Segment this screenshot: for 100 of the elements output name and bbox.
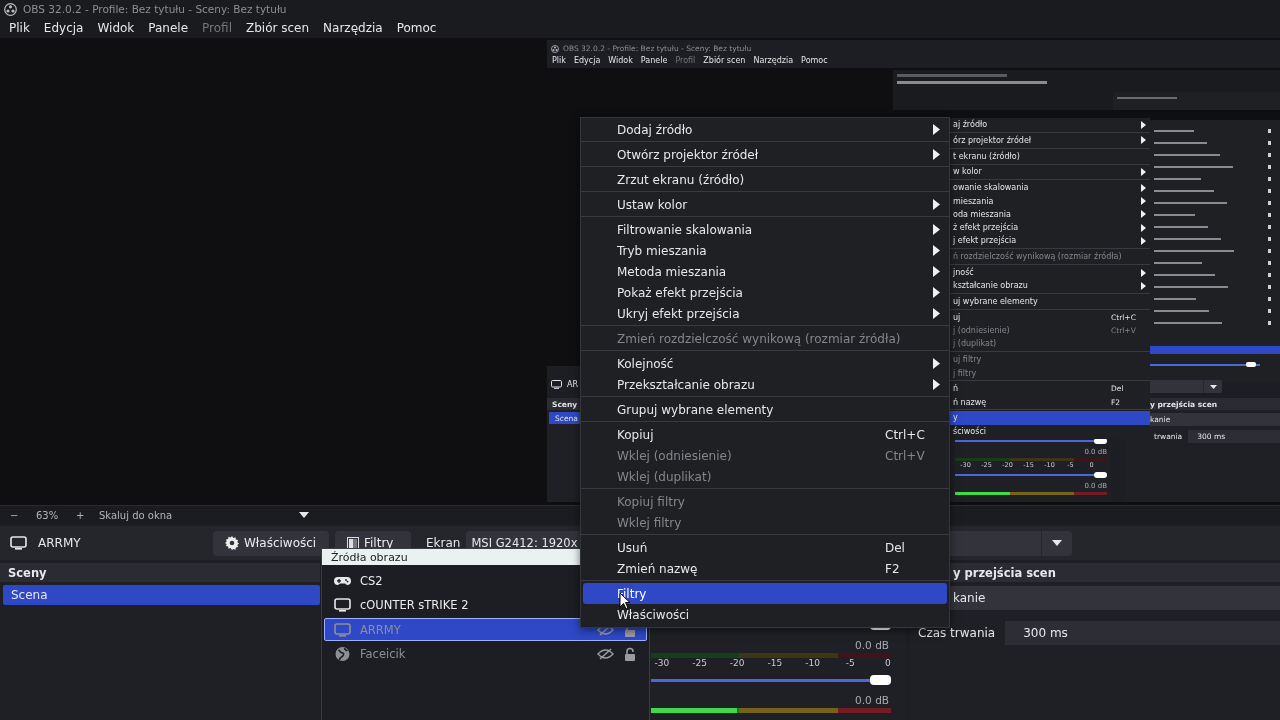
- menu-item[interactable]: órz projektor źródeł: [950, 133, 1150, 148]
- menu-item[interactable]: Kopiuj Ctrl+C: [583, 424, 947, 445]
- scale-label: -30: [654, 658, 670, 669]
- menu-item[interactable]: Filtrowanie skalowania: [583, 219, 947, 240]
- submenu-arrow-icon: [933, 149, 940, 160]
- slider-thumb[interactable]: [1094, 472, 1107, 478]
- scene-item[interactable]: Scena: [3, 585, 320, 605]
- menu-item[interactable]: Dodaj źródło: [583, 119, 947, 140]
- source-name: ARRMY: [38, 536, 82, 550]
- shortcut-label: Ctrl+V: [885, 448, 925, 463]
- menu-bar-item[interactable]: Panele: [636, 56, 672, 65]
- submenu-arrow-icon: [933, 358, 940, 369]
- gamepad-icon: [334, 574, 351, 587]
- duration-label: Czas trwania: [918, 626, 996, 640]
- caret-down-icon: [1209, 384, 1217, 389]
- volume-reading: 0.0 dB: [854, 693, 890, 707]
- scale-label: -25: [692, 658, 707, 669]
- menu-item[interactable]: Grupuj wybrane elementy: [583, 399, 947, 420]
- menu-item[interactable]: t ekranu (źródło): [950, 149, 1150, 163]
- filter-icon: [347, 536, 359, 550]
- scale-mode-dropdown[interactable]: Skaluj do okna: [95, 509, 299, 521]
- menu-item[interactable]: ż efekt przejścia: [950, 221, 1150, 235]
- shortcut-label: Ctrl+C: [885, 427, 925, 442]
- zoom-level: 63%: [36, 509, 60, 521]
- source-item[interactable]: Faceicik: [324, 642, 647, 666]
- submenu-arrow-icon: [933, 266, 940, 277]
- app-logo-icon: [551, 44, 559, 53]
- monitor-icon: [551, 380, 562, 389]
- menu-item[interactable]: Otwórz projektor źródeł: [583, 144, 947, 165]
- menu-item[interactable]: oda mieszania: [950, 207, 1150, 221]
- menu-item[interactable]: w kolor: [950, 165, 1150, 179]
- properties-button[interactable]: Właściwości: [213, 530, 329, 556]
- shortcut-label: Del: [885, 540, 905, 555]
- unlocked-padlock-icon[interactable]: [624, 647, 636, 661]
- menu-item[interactable]: Metoda mieszania: [583, 261, 947, 282]
- menu-item[interactable]: mieszania: [950, 194, 1150, 208]
- menu-bar-item[interactable]: Zbiór scen: [699, 56, 750, 65]
- dock-title: Sceny: [0, 563, 320, 582]
- menu-item[interactable]: kształcanie obrazu: [950, 279, 1150, 293]
- menu-bar-item[interactable]: Widok: [604, 56, 637, 65]
- submenu-arrow-icon: [933, 224, 940, 235]
- zoom-in-button[interactable]: +: [76, 509, 95, 521]
- menu-item[interactable]: Zrzut ekranu (źródło): [583, 169, 947, 190]
- monitor-icon: [334, 622, 351, 637]
- app-logo-icon: [4, 2, 17, 16]
- submenu-arrow-icon: [933, 245, 940, 256]
- menu-bar-item[interactable]: Narzędzia: [316, 21, 390, 35]
- scale-label: -5: [845, 658, 855, 669]
- submenu-arrow-icon: [933, 308, 940, 319]
- source-name: CS2: [360, 573, 383, 588]
- source-name: cOUNTER sTRIKE 2: [360, 598, 469, 612]
- submenu-arrow-icon: [933, 379, 940, 390]
- menu-item[interactable]: Filtry: [583, 583, 947, 604]
- scale-label: 0: [885, 658, 891, 669]
- window-title: OBS 32.0.2 - Profile: Bez tytułu - Sceny: Bez tytułu: [23, 3, 287, 15]
- menu-item[interactable]: uj wybrane elementy: [950, 294, 1150, 309]
- zoom-out-button[interactable]: −: [10, 509, 36, 521]
- menu-bar-item[interactable]: Plik: [548, 56, 570, 65]
- menu-item[interactable]: Ukryj efekt przejścia: [583, 303, 947, 324]
- monitor-icon: [334, 598, 351, 612]
- submenu-arrow-icon: [933, 124, 940, 135]
- duration-field[interactable]: 300 ms: [1005, 621, 1280, 645]
- scale-label: -20: [729, 658, 745, 669]
- gear-icon: [225, 536, 239, 550]
- volume-slider[interactable]: [955, 438, 1107, 444]
- menu-item[interactable]: ściwości: [950, 424, 1150, 438]
- volume-reading: 0.0 dB: [854, 638, 890, 652]
- menu-item[interactable]: Ustaw kolor: [583, 194, 947, 215]
- menu-item[interactable]: Przekształcanie obrazu: [583, 374, 947, 395]
- menu-bar-item[interactable]: Panele: [141, 21, 196, 35]
- caret-down-icon: [299, 512, 309, 518]
- volume-slider[interactable]: [651, 675, 891, 685]
- source-name: AR: [567, 380, 579, 389]
- globe-icon: [334, 646, 351, 662]
- menu-bar-item[interactable]: Edycja: [569, 56, 605, 65]
- eye-slash-icon[interactable]: [597, 648, 614, 660]
- scale-label: -15: [767, 658, 783, 669]
- submenu-arrow-icon: [933, 199, 940, 210]
- caret-down-icon: [1052, 540, 1063, 546]
- volume-slider[interactable]: [955, 472, 1107, 478]
- menu-bar-item[interactable]: Zbiór scen: [239, 21, 317, 35]
- source-name: Faceicik: [360, 647, 406, 661]
- menu-item[interactable]: j efekt przejścia: [950, 234, 1150, 248]
- menu-item[interactable]: owanie skalowania: [950, 181, 1150, 195]
- display-label: Ekran: [426, 536, 461, 550]
- menu-bar-item[interactable]: Edycja: [36, 21, 91, 35]
- shortcut-label: F2: [885, 561, 900, 576]
- menu-item[interactable]: jność: [950, 265, 1150, 280]
- menu-item[interactable]: y: [950, 411, 1150, 425]
- menu-bar-item[interactable]: Plik: [2, 21, 37, 35]
- menu-bar-item[interactable]: Pomoc: [389, 21, 444, 35]
- menu-item[interactable]: Tryb mieszania: [583, 240, 947, 261]
- menu-item[interactable]: Kolejność: [583, 353, 947, 374]
- menu-bar-item[interactable]: Widok: [90, 21, 142, 35]
- slider-thumb[interactable]: [870, 675, 891, 685]
- monitor-icon: [10, 536, 27, 550]
- menu-bar-item[interactable]: Narzędzia: [749, 56, 798, 65]
- menu-item[interactable]: Pokaż efekt przejścia: [583, 282, 947, 303]
- menu-item[interactable]: aj źródło: [950, 118, 1150, 132]
- menu-bar-item[interactable]: Pomoc: [797, 56, 832, 65]
